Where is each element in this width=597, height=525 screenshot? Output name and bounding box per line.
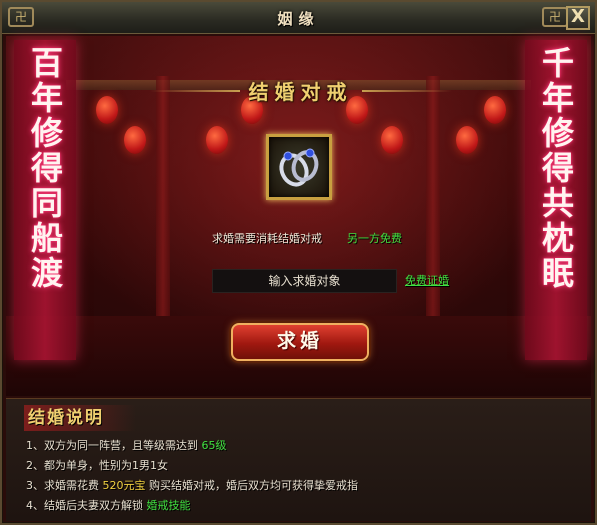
close-button[interactable]: X <box>566 6 590 30</box>
explanation-title: 结婚说明 <box>24 405 136 431</box>
marriage-explanation-panel: 结婚说明 1、双方为同一阵营，且等级需达到 65级 2、都为单身，性别为1男1女… <box>6 398 591 521</box>
rule-highlight: 65级 <box>201 439 227 452</box>
lantern-icon <box>381 126 403 154</box>
rule-text: 购买结婚对戒，婚后双方均可获得挚爱戒指 <box>145 479 358 492</box>
propose-button[interactable]: 求婚 <box>231 323 369 361</box>
right-couplet-banner: 千年修得共枕眠 <box>525 40 587 360</box>
left-couplet-banner: 百年修得同船渡 <box>14 40 76 360</box>
lantern-icon <box>96 96 118 124</box>
rule-item: 1、双方为同一阵营，且等级需达到 65级 <box>26 437 227 453</box>
hall-pillar <box>156 76 170 326</box>
corner-ornament-icon: 卍 <box>542 7 568 27</box>
rule-text: 3、求婚需花费 <box>26 479 103 492</box>
marriage-window: 卍 姻缘 卍 X 百年修得同船渡 千年修得共枕眠 结婚对戒 求婚需要消耗结婚对戒 <box>0 0 597 525</box>
rule-text: 4、结婚后夫妻双方解锁 <box>26 499 147 512</box>
rule-item: 3、求婚需花费 520元宝 购买结婚对戒，婚后双方均可获得挚爱戒指 <box>26 477 358 493</box>
ring-item-slot[interactable] <box>266 134 332 200</box>
partner-free-text: 另一方免费 <box>347 232 402 245</box>
title-bar[interactable]: 卍 姻缘 卍 X <box>2 2 595 34</box>
rule-text: 2、都为单身，性别为1男1女 <box>26 459 168 472</box>
proposal-target-input[interactable]: 输入求婚对象 <box>212 269 397 293</box>
free-certification-link[interactable]: 免费证婚 <box>405 272 449 288</box>
rule-item: 4、结婚后夫妻双方解锁 婚戒技能 <box>26 497 191 513</box>
header-divider <box>362 90 452 92</box>
hall-pillar <box>426 76 440 326</box>
rule-highlight: 婚戒技能 <box>146 499 191 512</box>
left-couplet-text: 百年修得同船渡 <box>26 46 64 291</box>
window-title: 姻缘 <box>277 10 320 28</box>
lantern-icon <box>124 126 146 154</box>
wedding-rings-icon <box>279 148 319 187</box>
right-couplet-text: 千年修得共枕眠 <box>537 46 575 291</box>
rule-highlight: 520元宝 <box>102 479 146 492</box>
rule-text: 1、双方为同一阵营，且等级需达到 <box>26 439 202 452</box>
lantern-icon <box>484 96 506 124</box>
rule-item: 2、都为单身，性别为1男1女 <box>26 457 168 473</box>
lantern-icon <box>456 126 478 154</box>
lantern-icon <box>206 126 228 154</box>
ring-cost-text: 求婚需要消耗结婚对戒 <box>212 232 322 245</box>
